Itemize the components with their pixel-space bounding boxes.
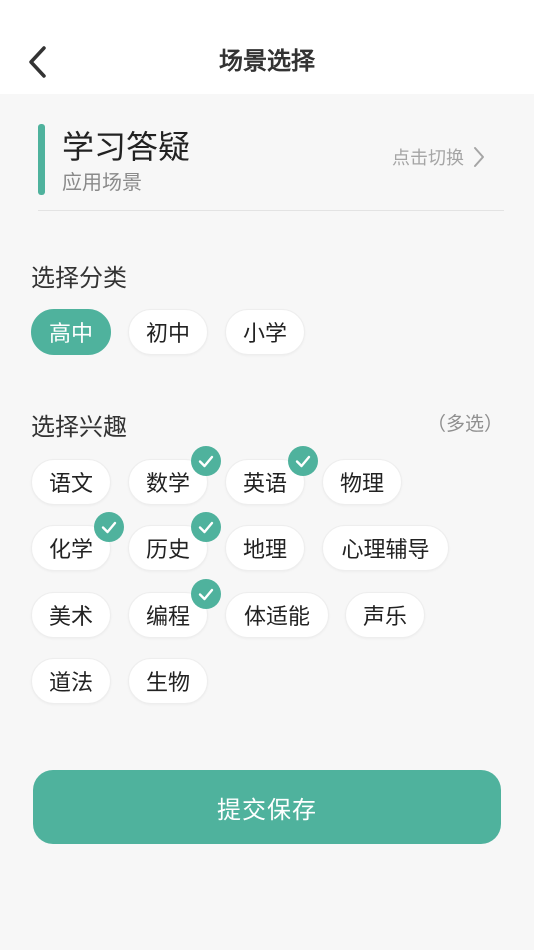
interest-chip-label: 语文 (48, 472, 93, 497)
interest-chip[interactable]: 体适能 (225, 592, 329, 638)
interest-chip-label: 地理 (242, 538, 287, 563)
submit-save-button[interactable]: 提交保存 (33, 770, 501, 844)
header: 场景选择 (0, 0, 534, 94)
interest-chip[interactable]: 声乐 (345, 592, 425, 638)
scene-title: 学习答疑 (62, 128, 191, 166)
interest-chip-label: 数学 (145, 472, 190, 497)
switch-scene-link[interactable]: 点击切换 (392, 144, 486, 170)
interest-chip-label: 声乐 (362, 605, 407, 630)
category-chip-label: 小学 (242, 322, 287, 347)
interest-chip-label: 编程 (145, 605, 190, 630)
interest-chip-label: 道法 (48, 671, 93, 696)
category-chip[interactable]: 小学 (225, 309, 305, 355)
interest-chip[interactable]: 心理辅导 (322, 525, 449, 571)
check-icon (191, 512, 221, 542)
check-icon (191, 579, 221, 609)
interest-chip[interactable]: 生物 (128, 658, 208, 704)
category-section-title: 选择分类 (31, 264, 127, 292)
interest-section-title: 选择兴趣 (31, 413, 127, 441)
check-icon (288, 446, 318, 476)
scene-card[interactable]: 学习答疑 应用场景 点击切换 (38, 124, 504, 211)
interest-chip[interactable]: 美术 (31, 592, 111, 638)
interest-chip-label: 英语 (242, 472, 287, 497)
interest-chip[interactable]: 道法 (31, 658, 111, 704)
interest-chip[interactable]: 语文 (31, 459, 111, 505)
interest-chip-label: 生物 (145, 671, 190, 696)
category-chip[interactable]: 高中 (31, 309, 111, 355)
interest-chip[interactable]: 地理 (225, 525, 305, 571)
switch-scene-label: 点击切换 (392, 148, 464, 169)
category-chip[interactable]: 初中 (128, 309, 208, 355)
interest-chip-label: 化学 (48, 538, 93, 563)
interest-chip-label: 心理辅导 (341, 538, 430, 563)
category-chip-label: 高中 (48, 322, 93, 347)
page-title: 场景选择 (219, 47, 315, 75)
multi-select-hint: （多选） (426, 413, 503, 435)
check-icon (94, 512, 124, 542)
check-icon (191, 446, 221, 476)
interest-chip-label: 体适能 (243, 605, 310, 630)
interest-chip-label: 历史 (145, 538, 190, 563)
scene-accent-bar (38, 124, 45, 195)
interest-chip-label: 美术 (48, 605, 93, 630)
scene-subtitle: 应用场景 (62, 170, 142, 194)
category-chip-label: 初中 (145, 322, 190, 347)
interest-chip[interactable]: 物理 (322, 459, 402, 505)
interest-chip-label: 物理 (339, 472, 384, 497)
chevron-right-icon (474, 147, 484, 167)
